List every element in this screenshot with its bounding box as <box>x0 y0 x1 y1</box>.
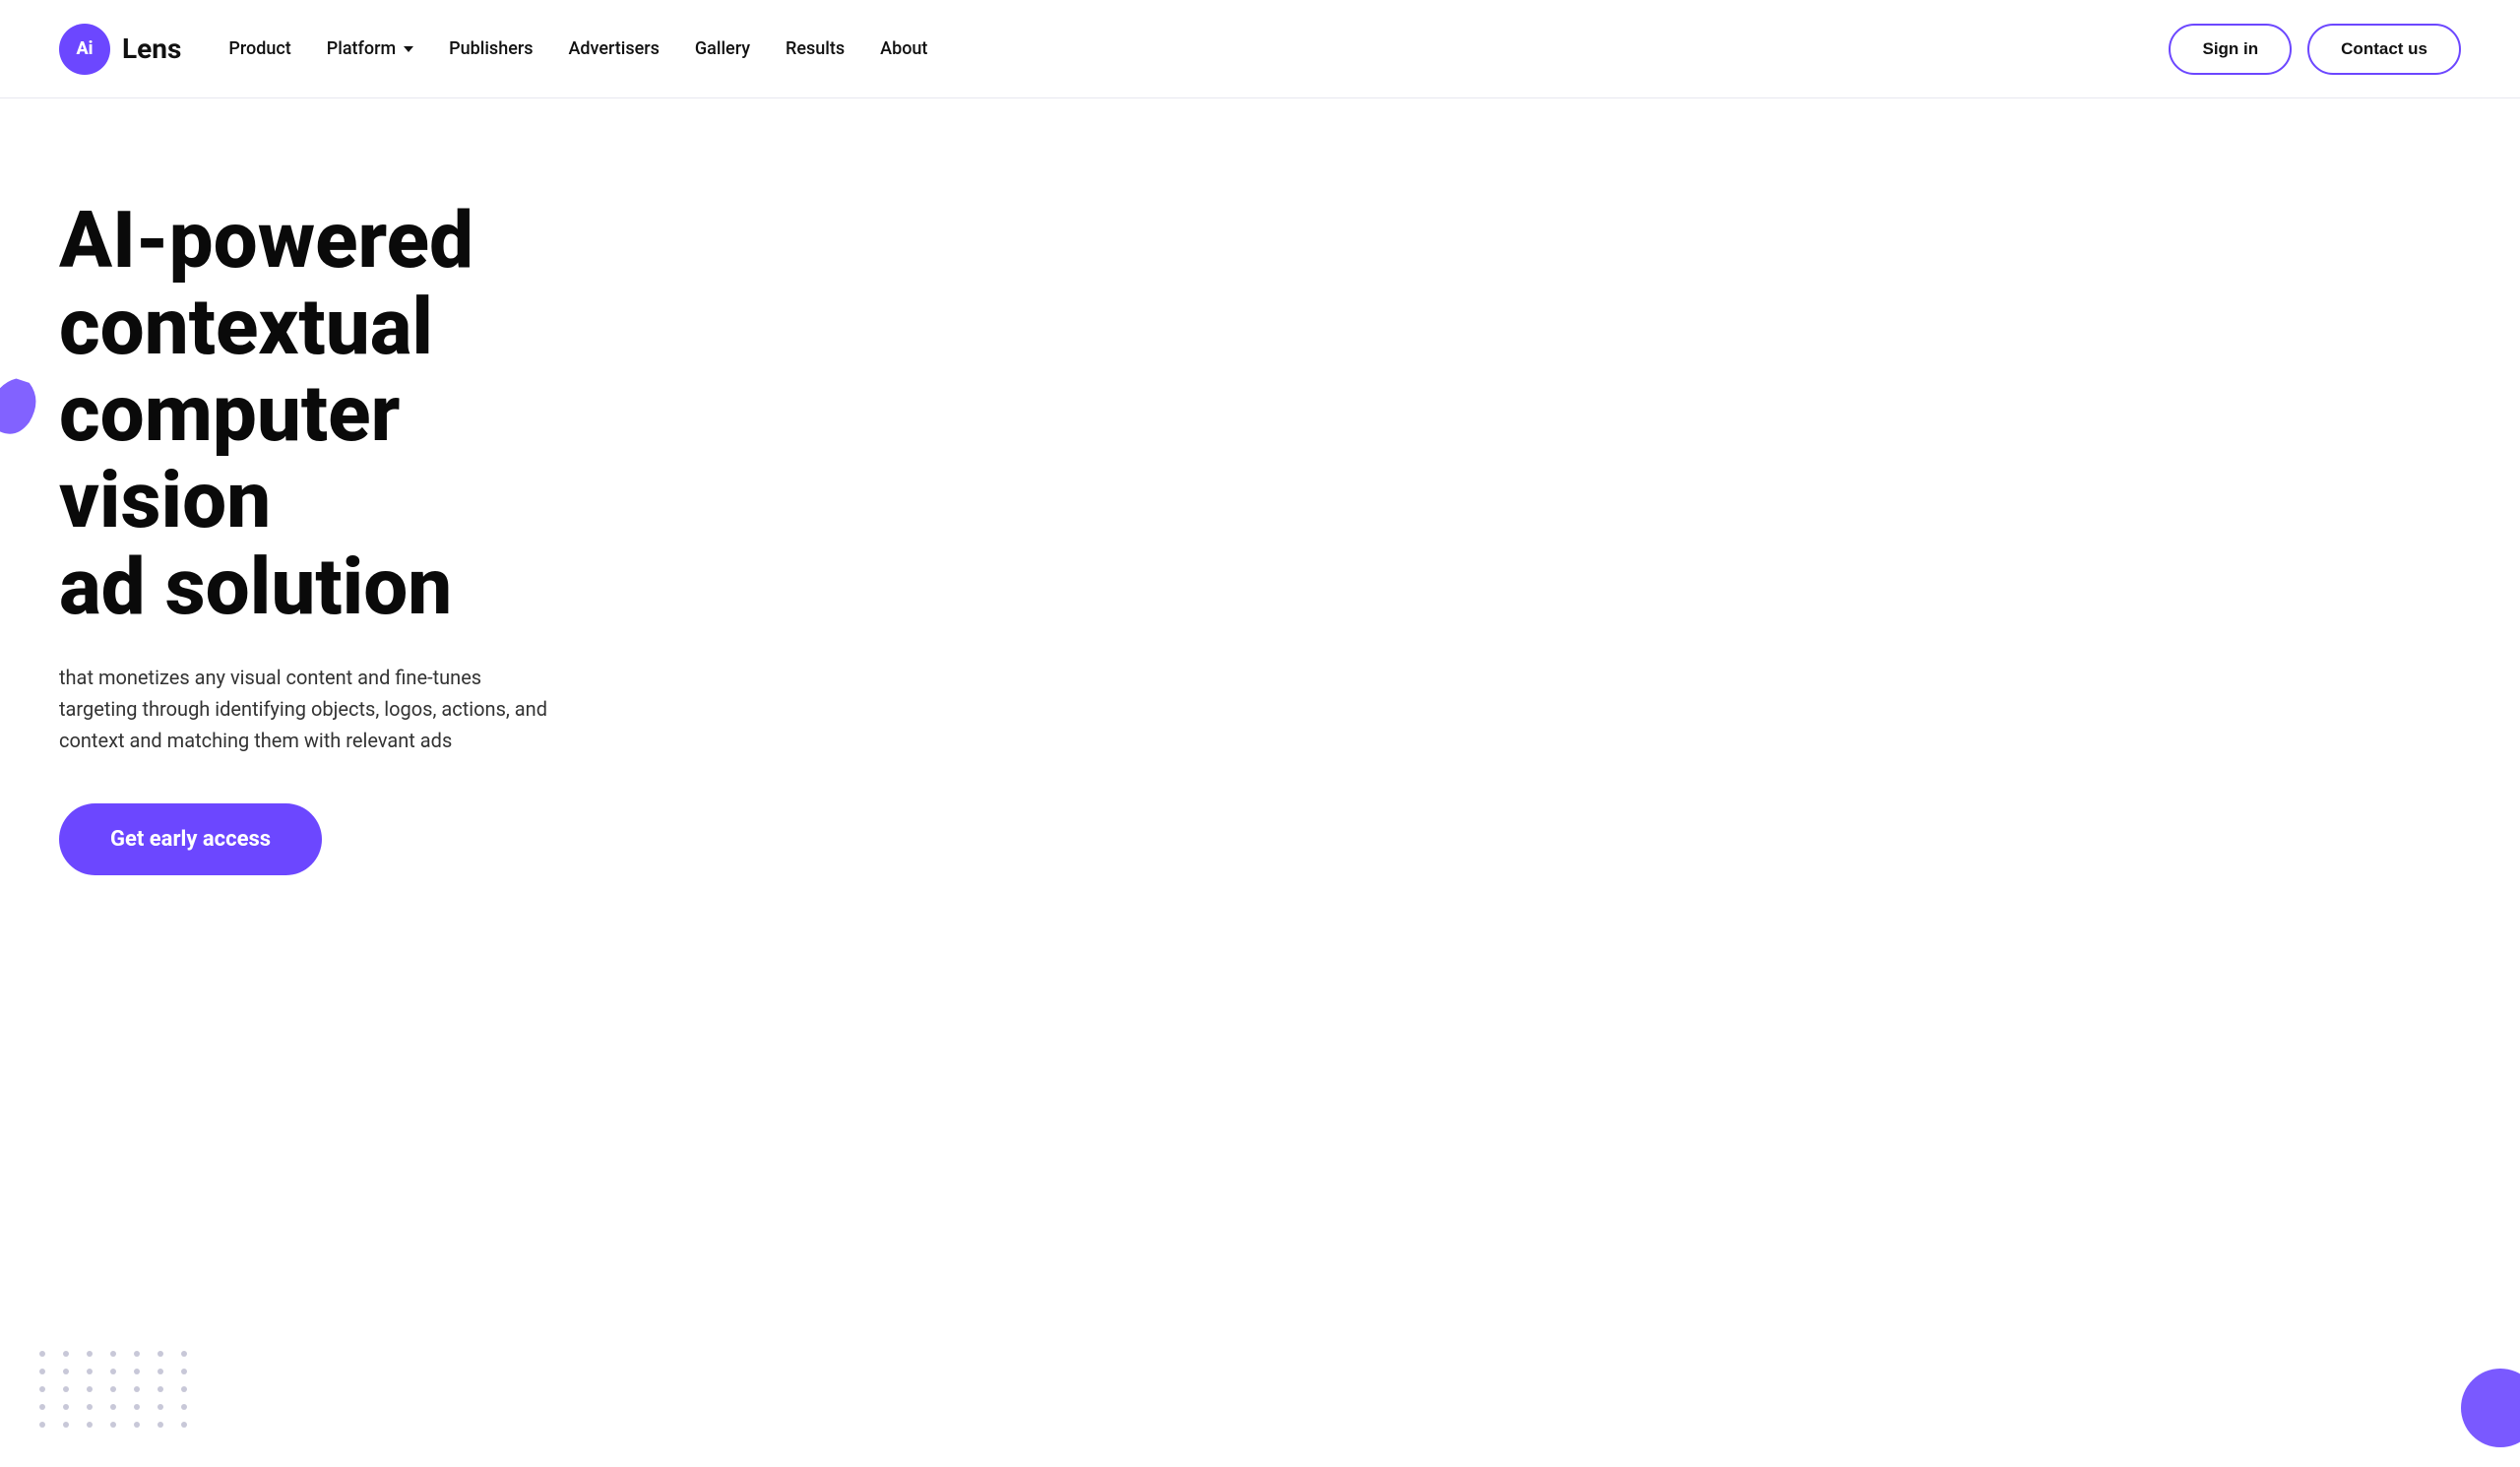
nav-item-product: Product <box>228 38 290 59</box>
logo-link[interactable]: Ai Lens <box>59 24 181 75</box>
logo-text: Lens <box>122 32 181 65</box>
dot <box>87 1351 93 1357</box>
dot <box>181 1369 187 1374</box>
nav-link-results[interactable]: Results <box>786 38 845 59</box>
dot <box>134 1404 140 1410</box>
nav-link-advertisers[interactable]: Advertisers <box>568 38 659 59</box>
nav-item-gallery: Gallery <box>695 38 750 59</box>
dot <box>110 1404 116 1410</box>
dot <box>181 1386 187 1392</box>
dot <box>39 1386 45 1392</box>
dot <box>181 1351 187 1357</box>
nav-left: Ai Lens Product Platform Publishers <box>59 24 927 75</box>
nav-link-platform[interactable]: Platform <box>327 38 413 59</box>
dot <box>87 1386 93 1392</box>
dot <box>110 1369 116 1374</box>
dot <box>158 1351 163 1357</box>
dot <box>39 1369 45 1374</box>
nav-item-platform: Platform <box>327 38 413 59</box>
hero-title: AI-powered contextual computer vision ad… <box>59 197 630 630</box>
dot <box>158 1386 163 1392</box>
nav-link-product[interactable]: Product <box>228 38 290 59</box>
dot <box>110 1386 116 1392</box>
nav-link-gallery[interactable]: Gallery <box>695 38 750 59</box>
nav-right: Sign in Contact us <box>2169 24 2461 75</box>
chevron-down-icon <box>404 46 413 52</box>
dot <box>158 1404 163 1410</box>
dot <box>134 1369 140 1374</box>
dot <box>87 1404 93 1410</box>
dot <box>39 1422 45 1428</box>
navbar: Ai Lens Product Platform Publishers <box>0 0 2520 98</box>
logo-icon: Ai <box>59 24 110 75</box>
dot <box>87 1422 93 1428</box>
dots-grid-decoration <box>39 1351 193 1428</box>
dot <box>134 1422 140 1428</box>
dot <box>181 1422 187 1428</box>
dot <box>63 1369 69 1374</box>
dot <box>63 1386 69 1392</box>
early-access-button[interactable]: Get early access <box>59 803 322 875</box>
dot <box>39 1351 45 1357</box>
dot <box>63 1351 69 1357</box>
dot <box>39 1404 45 1410</box>
hero-content: AI-powered contextual computer vision ad… <box>59 197 630 875</box>
dot <box>158 1369 163 1374</box>
dot <box>110 1422 116 1428</box>
nav-item-advertisers: Advertisers <box>568 38 659 59</box>
hero-subtitle: that monetizes any visual content and fi… <box>59 662 551 756</box>
dot <box>134 1386 140 1392</box>
dot <box>134 1351 140 1357</box>
contact-us-button[interactable]: Contact us <box>2307 24 2461 75</box>
nav-link-about[interactable]: About <box>880 38 927 59</box>
decorative-circle-bottom-right <box>2461 1369 2520 1447</box>
dot <box>87 1369 93 1374</box>
decorative-shape-left <box>0 374 41 453</box>
nav-item-results: Results <box>786 38 845 59</box>
dot <box>158 1422 163 1428</box>
dot <box>110 1351 116 1357</box>
hero-section: AI-powered contextual computer vision ad… <box>0 98 2520 1467</box>
dot <box>63 1404 69 1410</box>
nav-item-about: About <box>880 38 927 59</box>
dot <box>63 1422 69 1428</box>
nav-item-publishers: Publishers <box>449 38 533 59</box>
nav-links: Product Platform Publishers Advertisers <box>228 38 927 59</box>
dot <box>181 1404 187 1410</box>
sign-in-button[interactable]: Sign in <box>2169 24 2292 75</box>
nav-link-publishers[interactable]: Publishers <box>449 38 533 59</box>
